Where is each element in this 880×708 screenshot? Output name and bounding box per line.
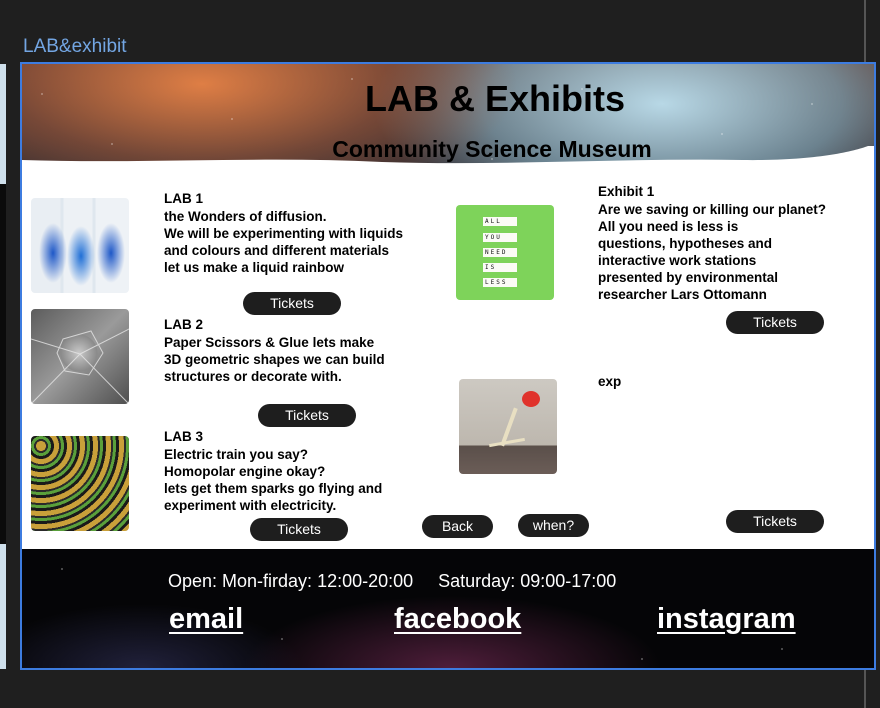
header-banner: LAB & Exhibits Community Science Museum bbox=[22, 64, 874, 186]
opening-hours: Open: Mon-firday: 12:00-20:00 Saturday: … bbox=[168, 571, 617, 591]
when-button[interactable]: when? bbox=[518, 514, 589, 537]
footer: Open: Mon-firday: 12:00-20:00 Saturday: … bbox=[22, 549, 874, 668]
exhibit1-description: Are we saving or killing our planet? All… bbox=[598, 202, 827, 302]
exp-tickets-button[interactable]: Tickets bbox=[726, 510, 824, 533]
lab2-heading: LAB 2 bbox=[164, 317, 204, 332]
exp-image bbox=[459, 379, 557, 474]
exhibit1-image: ALL YOU NEED IS LESS bbox=[456, 205, 554, 300]
lab1-image bbox=[31, 198, 129, 293]
adjacent-frame-edge bbox=[0, 64, 6, 669]
page-subtitle: Community Science Museum bbox=[332, 136, 652, 162]
exp-heading: exp bbox=[598, 374, 622, 389]
exhibit1-tickets-button[interactable]: Tickets bbox=[726, 311, 824, 334]
instagram-link[interactable]: instagram bbox=[657, 603, 796, 636]
lab2-image bbox=[31, 309, 129, 404]
exhibit1-tile: YOU bbox=[483, 233, 517, 242]
exhibit1-heading: Exhibit 1 bbox=[598, 184, 655, 199]
page-title: LAB & Exhibits bbox=[364, 78, 625, 119]
lab2-tickets-button[interactable]: Tickets bbox=[258, 404, 356, 427]
lab3-tickets-button[interactable]: Tickets bbox=[250, 518, 348, 541]
exhibit1-tile: ALL bbox=[483, 217, 517, 226]
lab3-heading: LAB 3 bbox=[164, 429, 204, 444]
frame-label[interactable]: LAB&exhibit bbox=[23, 36, 127, 58]
exhibit1-tile: LESS bbox=[483, 278, 517, 287]
lab3-description: Electric train you say? Homopolar engine… bbox=[164, 447, 383, 513]
email-link[interactable]: email bbox=[169, 603, 243, 636]
lab-exhibit-frame[interactable]: LAB & Exhibits Community Science Museum … bbox=[20, 62, 876, 670]
lab2-description: Paper Scissors & Glue lets make 3D geome… bbox=[164, 335, 385, 384]
lab3-image bbox=[31, 436, 129, 531]
lab2-polyhedron-lines bbox=[31, 328, 129, 404]
lab1-description: the Wonders of diffusion. We will be exp… bbox=[164, 209, 404, 275]
exhibit1-tile: IS bbox=[483, 263, 517, 272]
facebook-link[interactable]: facebook bbox=[394, 603, 521, 636]
exhibit1-tile: NEED bbox=[483, 248, 517, 257]
lab1-tickets-button[interactable]: Tickets bbox=[243, 292, 341, 315]
back-button[interactable]: Back bbox=[422, 515, 493, 538]
lab1-heading: LAB 1 bbox=[164, 191, 204, 206]
